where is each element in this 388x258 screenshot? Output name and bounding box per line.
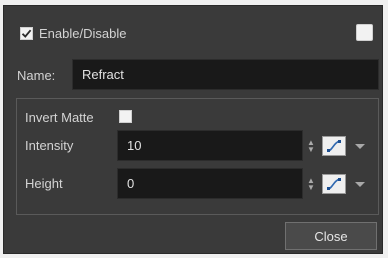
height-label: Height xyxy=(25,176,63,191)
invert-matte-label: Invert Matte xyxy=(25,110,94,125)
name-label: Name: xyxy=(17,68,56,83)
intensity-label: Intensity xyxy=(25,138,74,153)
function-curve-icon xyxy=(327,178,341,190)
color-swatch-checkbox[interactable] xyxy=(356,24,373,41)
invert-matte-checkbox[interactable] xyxy=(119,110,132,123)
intensity-function-button[interactable] xyxy=(322,136,346,156)
function-curve-icon xyxy=(327,140,341,152)
intensity-dropdown-icon[interactable] xyxy=(355,144,365,149)
refract-properties-panel: Enable/Disable Name: Refract Invert Matt… xyxy=(3,5,383,254)
enable-label: Enable/Disable xyxy=(39,26,127,41)
enable-checkbox[interactable] xyxy=(20,27,33,40)
intensity-spinner-icon[interactable]: ▲ ▼ xyxy=(307,139,315,154)
height-field[interactable]: 0 xyxy=(117,168,303,199)
height-spinner-icon[interactable]: ▲ ▼ xyxy=(307,177,315,192)
height-function-button[interactable] xyxy=(322,174,346,194)
checkmark-icon xyxy=(21,29,32,38)
height-dropdown-icon[interactable] xyxy=(355,182,365,187)
intensity-field[interactable]: 10 xyxy=(117,130,303,161)
name-field[interactable]: Refract xyxy=(72,59,379,90)
close-button[interactable]: Close xyxy=(285,222,377,250)
